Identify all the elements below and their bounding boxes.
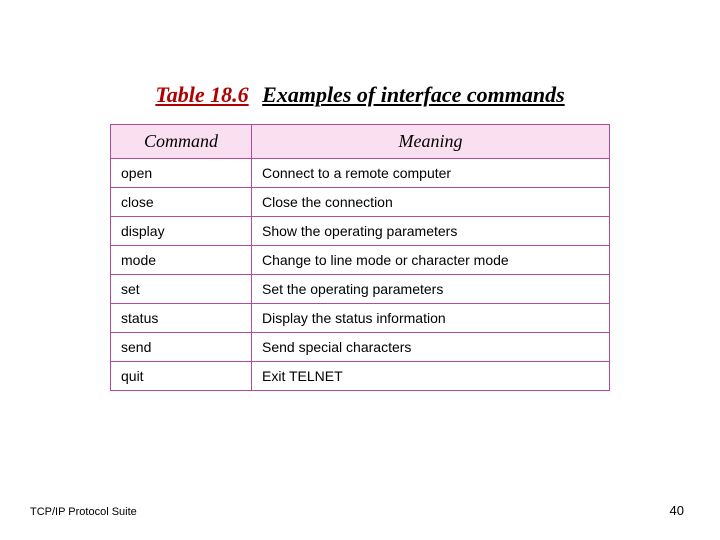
cell-command: open: [111, 159, 252, 188]
cell-meaning: Send special characters: [252, 333, 610, 362]
table-header-row: Command Meaning: [111, 125, 610, 159]
commands-table-wrap: Command Meaning open Connect to a remote…: [110, 124, 610, 391]
cell-meaning: Close the connection: [252, 188, 610, 217]
cell-command: set: [111, 275, 252, 304]
footer-source: TCP/IP Protocol Suite: [30, 506, 137, 518]
cell-meaning: Show the operating parameters: [252, 217, 610, 246]
cell-meaning: Exit TELNET: [252, 362, 610, 391]
cell-meaning: Set the operating parameters: [252, 275, 610, 304]
header-command: Command: [111, 125, 252, 159]
cell-command: quit: [111, 362, 252, 391]
slide: Table 18.6 Examples of interface command…: [0, 0, 720, 540]
cell-command: display: [111, 217, 252, 246]
cell-command: mode: [111, 246, 252, 275]
table-row: mode Change to line mode or character mo…: [111, 246, 610, 275]
cell-command: send: [111, 333, 252, 362]
page-number: 40: [670, 503, 684, 518]
commands-table: Command Meaning open Connect to a remote…: [110, 124, 610, 391]
table-caption: Table 18.6 Examples of interface command…: [0, 82, 720, 108]
cell-meaning: Change to line mode or character mode: [252, 246, 610, 275]
table-number: Table 18.6: [155, 82, 248, 107]
table-row: display Show the operating parameters: [111, 217, 610, 246]
table-row: send Send special characters: [111, 333, 610, 362]
table-row: quit Exit TELNET: [111, 362, 610, 391]
table-row: set Set the operating parameters: [111, 275, 610, 304]
cell-command: status: [111, 304, 252, 333]
cell-meaning: Display the status information: [252, 304, 610, 333]
table-row: open Connect to a remote computer: [111, 159, 610, 188]
table-title: Examples of interface commands: [262, 82, 564, 107]
cell-meaning: Connect to a remote computer: [252, 159, 610, 188]
table-row: close Close the connection: [111, 188, 610, 217]
table-row: status Display the status information: [111, 304, 610, 333]
cell-command: close: [111, 188, 252, 217]
header-meaning: Meaning: [252, 125, 610, 159]
